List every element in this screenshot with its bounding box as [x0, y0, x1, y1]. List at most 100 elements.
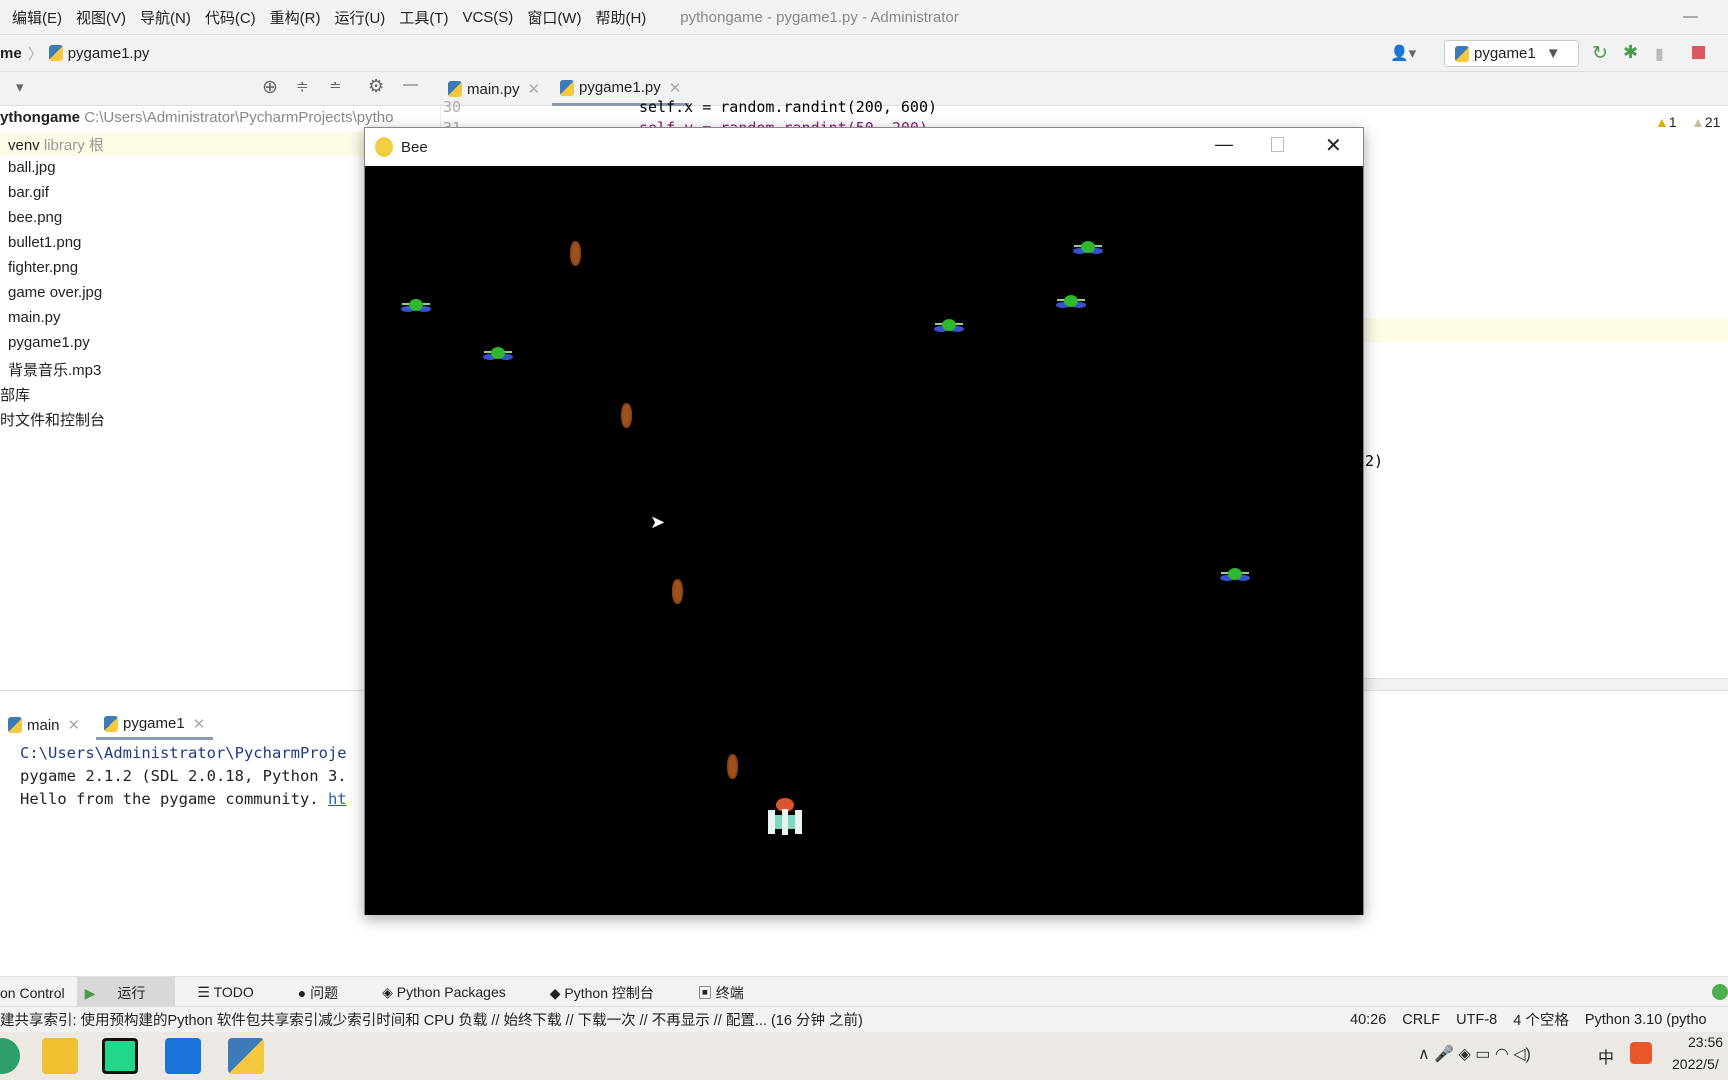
tab-version-control[interactable]: on Control: [0, 985, 65, 1001]
sogou-icon[interactable]: [1630, 1042, 1652, 1064]
ime-indicator[interactable]: 中: [1598, 1044, 1614, 1068]
breadcrumb-project[interactable]: me: [0, 45, 22, 62]
console-line: Hello from the pygame community.: [20, 790, 328, 808]
expand-all-icon[interactable]: ≑: [296, 77, 309, 95]
run-config-select[interactable]: pygame1 ▼: [1444, 40, 1579, 67]
menu-vcs[interactable]: VCS(S): [462, 9, 513, 26]
game-canvas[interactable]: [365, 166, 1363, 915]
rerun-icon[interactable]: ↻: [1592, 42, 1608, 65]
bullet-sprite: [621, 403, 632, 428]
run-config-label: pygame1: [1474, 45, 1536, 62]
tab-run[interactable]: ▶ 运行: [76, 976, 176, 1009]
tab-terminal[interactable]: ▣ 终端: [698, 983, 766, 1003]
maximize-button[interactable]: [1271, 137, 1284, 152]
tree-root-path: C:\Users\Administrator\PycharmProjects\p…: [84, 109, 394, 126]
tree-item-venv[interactable]: venv: [8, 137, 40, 154]
tree-item-hint: library 根: [43, 137, 104, 154]
warning-count[interactable]: ▲1: [1655, 114, 1677, 130]
tree-item[interactable]: pygame1.py: [8, 334, 90, 351]
menu-edit[interactable]: 编辑(E): [12, 7, 62, 28]
weak-warning-icon: ▲: [1691, 114, 1705, 130]
tree-item[interactable]: bullet1.png: [8, 234, 81, 251]
tool-window-bar: on Control ▶ 运行 ☰ TODO ● 问题 ◈ Python Pack…: [0, 976, 1728, 1009]
pygame-icon: [375, 137, 393, 157]
tree-item[interactable]: fighter.png: [8, 259, 78, 276]
status-message[interactable]: 建共享索引: 使用预构建的Python 软件包共享索引减少索引时间和 CPU 负…: [0, 1009, 1340, 1030]
file-explorer-icon[interactable]: [42, 1038, 78, 1074]
weak-warning-count[interactable]: ▲21: [1691, 114, 1720, 130]
console-tab-pygame1[interactable]: pygame1 ✕: [96, 710, 214, 740]
taskbar-app-icon[interactable]: [0, 1038, 20, 1074]
gear-icon[interactable]: ⚙: [368, 76, 384, 97]
video-app-icon[interactable]: [165, 1038, 201, 1074]
tree-item-external-libs[interactable]: 部库: [0, 384, 30, 405]
tab-todo[interactable]: ☰ TODO: [197, 984, 275, 1001]
status-caret-position[interactable]: 40:26: [1350, 1012, 1386, 1028]
menu-code[interactable]: 代码(C): [205, 7, 256, 28]
python-file-icon: [448, 81, 462, 97]
close-icon[interactable]: ✕: [669, 79, 682, 97]
dropdown-icon[interactable]: ▾: [16, 78, 24, 96]
tree-root[interactable]: ythongame: [0, 109, 80, 126]
menu-navigate[interactable]: 导航(N): [140, 7, 191, 28]
line-number: 30: [443, 98, 462, 116]
clock-date[interactable]: 2022/5/: [1672, 1056, 1719, 1072]
tab-label: pygame1.py: [579, 79, 661, 96]
breadcrumb-separator-icon: 〉: [27, 45, 43, 63]
menu-window[interactable]: 窗口(W): [527, 7, 581, 28]
bullet-sprite: [570, 241, 581, 266]
chevron-down-icon: ▼: [1545, 45, 1561, 62]
bullet-sprite: [727, 754, 738, 779]
tree-item-scratches[interactable]: 时文件和控制台: [0, 409, 105, 430]
console-tab-main[interactable]: main ✕: [0, 710, 88, 740]
pycharm-icon[interactable]: [102, 1038, 138, 1074]
menu-tools[interactable]: 工具(T): [399, 7, 448, 28]
hide-icon[interactable]: —: [403, 76, 418, 93]
collapse-all-icon[interactable]: ≐: [329, 77, 342, 95]
locate-icon[interactable]: ⊕: [262, 76, 278, 99]
python-app-icon[interactable]: [228, 1038, 264, 1074]
close-icon[interactable]: ✕: [193, 715, 206, 733]
tab-label: main.py: [467, 80, 520, 98]
breadcrumb-file[interactable]: pygame1.py: [68, 45, 150, 62]
stop-icon[interactable]: [1692, 46, 1705, 59]
tray-icons[interactable]: ∧ 🎤 ◈ ▭ ◠ ◁): [1418, 1044, 1531, 1064]
tree-item[interactable]: 背景音乐.mp3: [8, 359, 101, 380]
tree-item[interactable]: bee.png: [8, 209, 62, 226]
user-icon[interactable]: 👤▾: [1390, 44, 1416, 62]
clock-time[interactable]: 23:56: [1688, 1034, 1723, 1050]
menu-run[interactable]: 运行(U): [334, 7, 385, 28]
tab-problems[interactable]: ● 问题: [298, 983, 360, 1003]
taskbar: ∧ 🎤 ◈ ▭ ◠ ◁) 中 23:56 2022/5/: [0, 1032, 1728, 1080]
tab-python-packages[interactable]: ◈ Python Packages: [382, 984, 528, 1001]
minimize-button[interactable]: —: [1215, 134, 1233, 155]
tree-item[interactable]: bar.gif: [8, 184, 49, 201]
close-icon[interactable]: ✕: [68, 716, 81, 734]
status-line-separator[interactable]: CRLF: [1402, 1012, 1440, 1028]
python-icon: [104, 715, 118, 732]
tree-item[interactable]: ball.jpg: [8, 159, 56, 176]
status-indent[interactable]: 4 个空格: [1513, 1009, 1569, 1030]
bullet-sprite: [672, 579, 683, 604]
menu-refactor[interactable]: 重构(R): [270, 7, 321, 28]
code-fragment: 2): [1365, 452, 1384, 470]
console-line: C:\Users\Administrator\PycharmProje: [20, 744, 347, 762]
console-link[interactable]: ht: [328, 790, 347, 808]
attach-icon[interactable]: ▮: [1655, 44, 1664, 64]
menu-help[interactable]: 帮助(H): [595, 7, 646, 28]
tree-item[interactable]: game over.jpg: [8, 284, 102, 301]
bee-sprite: [399, 297, 433, 315]
minimize-button[interactable]: —: [1683, 8, 1698, 25]
status-encoding[interactable]: UTF-8: [1456, 1012, 1497, 1028]
status-bar: 建共享索引: 使用预构建的Python 软件包共享索引减少索引时间和 CPU 负…: [0, 1006, 1728, 1032]
tab-python-console[interactable]: ◆ Python 控制台: [550, 983, 676, 1003]
close-button[interactable]: ✕: [1325, 133, 1342, 158]
tab-label: main: [27, 716, 60, 734]
debug-icon[interactable]: ✱: [1623, 42, 1638, 63]
tree-item[interactable]: main.py: [8, 309, 61, 326]
notification-badge-icon[interactable]: [1712, 984, 1728, 1000]
menu-view[interactable]: 视图(V): [76, 7, 126, 28]
status-interpreter[interactable]: Python 3.10 (pytho: [1585, 1012, 1707, 1028]
game-title-bar[interactable]: Bee — ✕: [365, 128, 1363, 166]
close-icon[interactable]: ✕: [528, 80, 541, 98]
